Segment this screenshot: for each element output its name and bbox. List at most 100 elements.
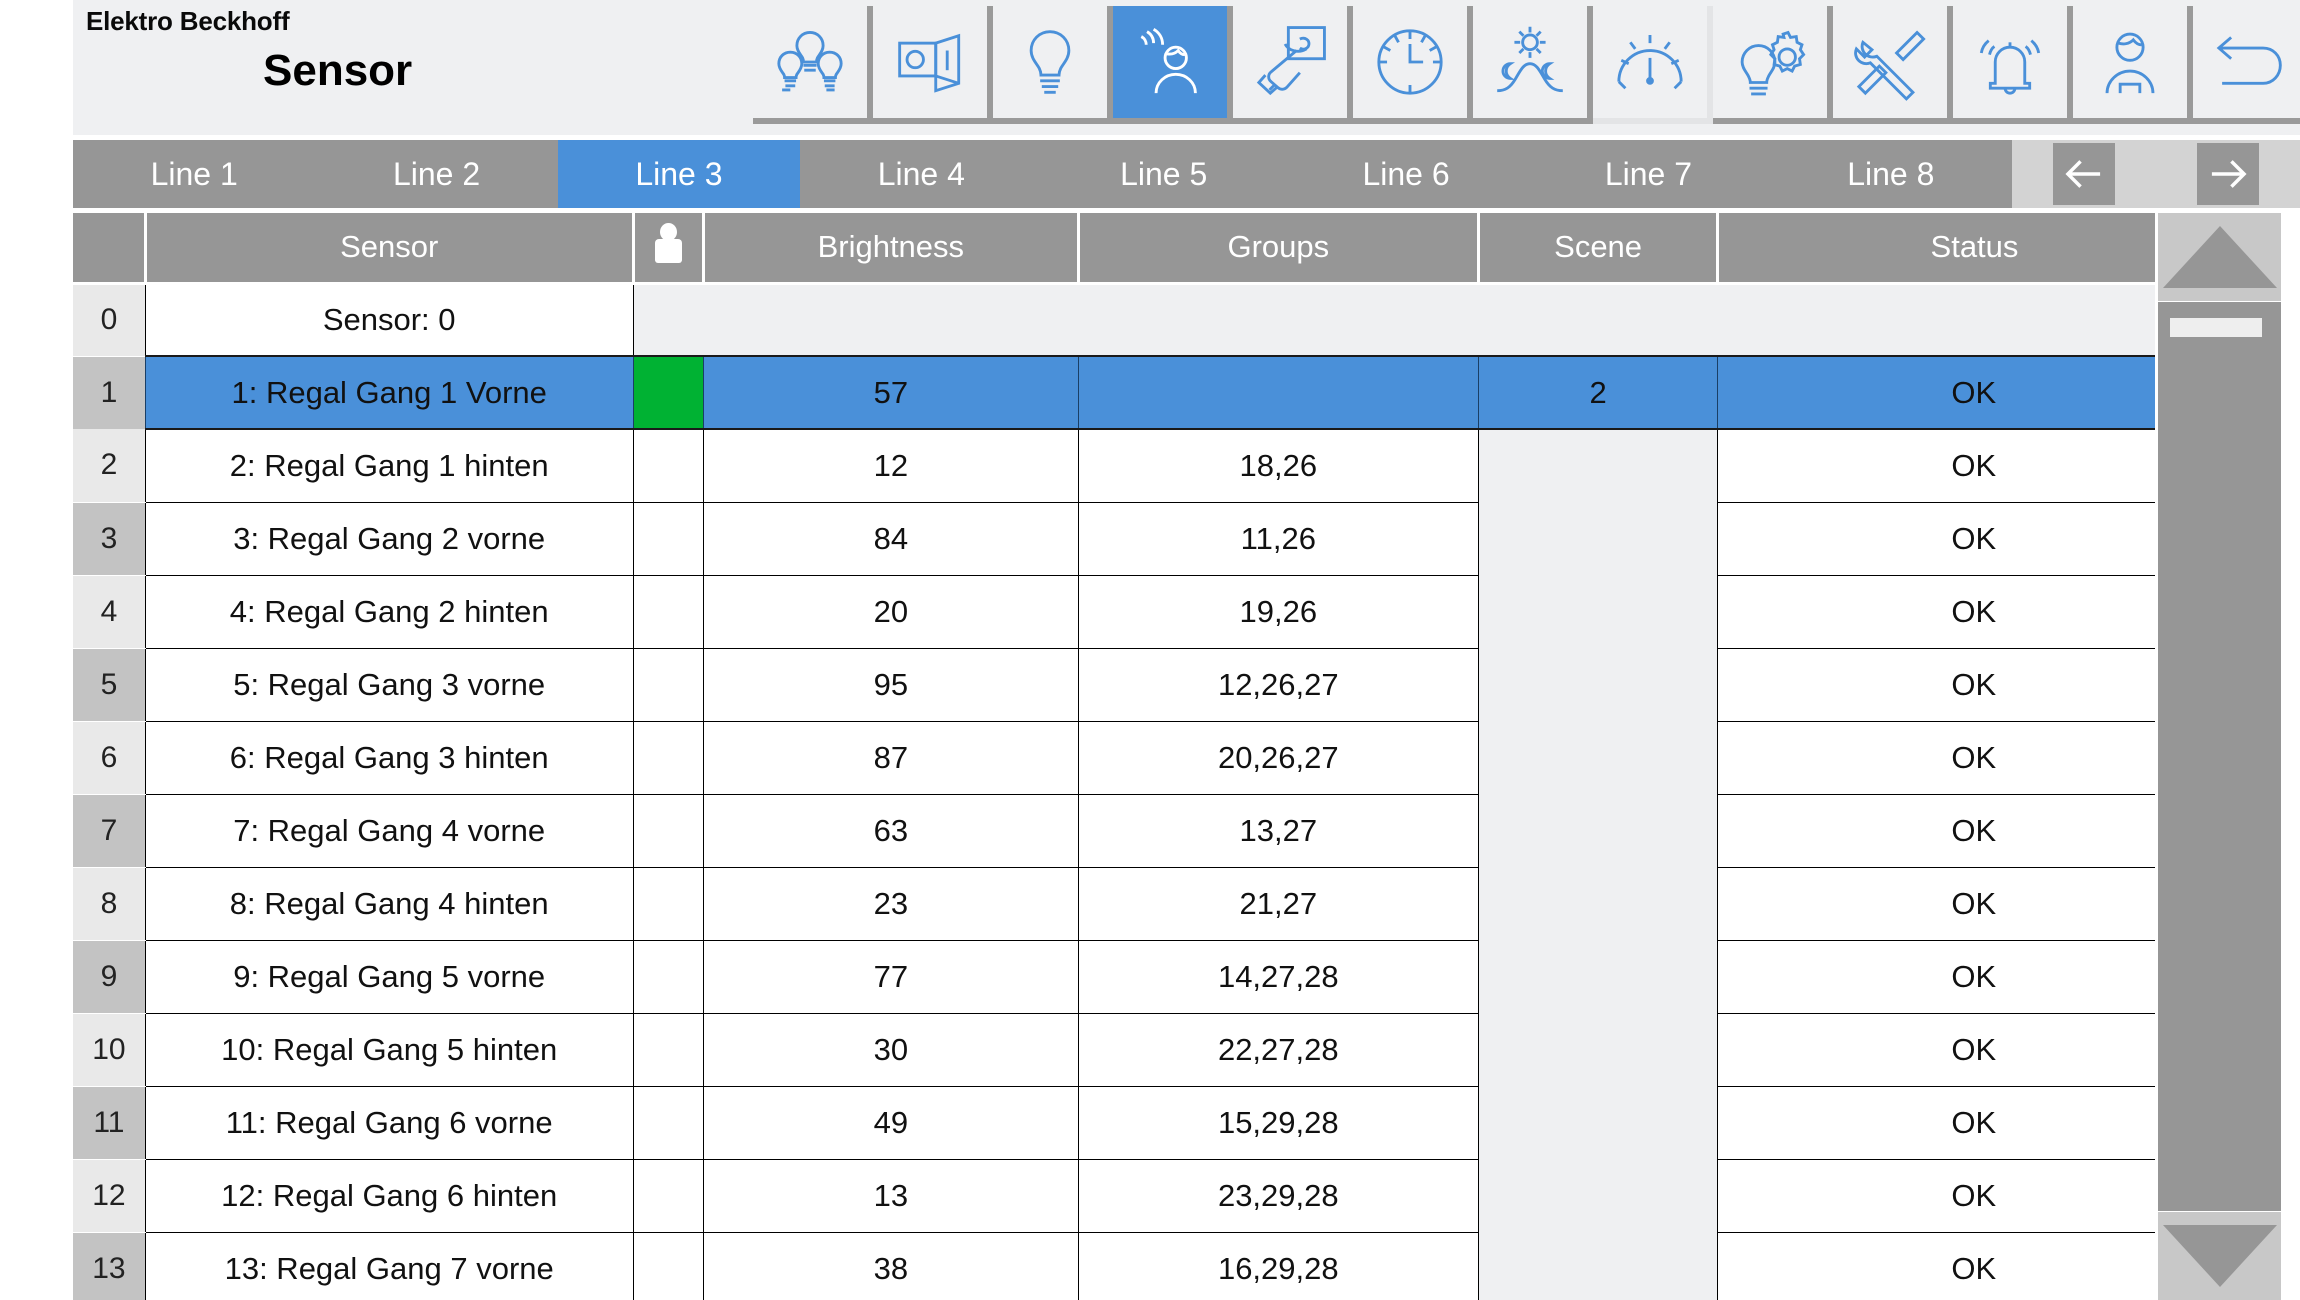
column-header-scene[interactable]: Scene <box>1478 213 1720 285</box>
cell-groups[interactable]: 13,27 <box>1077 793 1479 868</box>
scrollbar-track[interactable] <box>2158 302 2281 1211</box>
cell-groups[interactable]: 19,26 <box>1077 574 1479 649</box>
cell-sensor[interactable]: 6: Regal Gang 3 hinten <box>144 720 634 795</box>
table-row[interactable]: 8 8: Regal Gang 4 hinten 23 21,27 OK <box>73 866 2230 941</box>
cell-presence[interactable] <box>632 428 704 503</box>
cell-presence[interactable] <box>632 501 704 576</box>
toolbar-button-gauge[interactable] <box>1593 6 1713 124</box>
column-header-sensor[interactable]: Sensor <box>145 213 635 285</box>
table-row[interactable]: 4 4: Regal Gang 2 hinten 20 19,26 OK <box>73 574 2230 649</box>
toolbar-button-light-settings[interactable] <box>1713 6 1833 124</box>
toolbar-button-display-panel[interactable] <box>873 6 993 124</box>
scroll-up-button[interactable] <box>2158 213 2281 301</box>
table-row[interactable]: 9 9: Regal Gang 5 vorne 77 14,27,28 OK <box>73 939 2230 1014</box>
cell-sensor[interactable]: 10: Regal Gang 5 hinten <box>144 1012 634 1087</box>
toolbar-button-presence-sensor[interactable] <box>1113 6 1233 124</box>
cell-groups[interactable] <box>1077 355 1479 430</box>
toolbar-button-light[interactable] <box>993 6 1113 124</box>
tab-line-6[interactable]: Line 6 <box>1284 140 1528 208</box>
column-header-brightness[interactable]: Brightness <box>703 213 1080 285</box>
table-row[interactable]: 6 6: Regal Gang 3 hinten 87 20,26,27 OK <box>73 720 2230 795</box>
cell-presence[interactable] <box>632 355 704 430</box>
tab-line-3[interactable]: Line 3 <box>557 140 801 208</box>
cell-sensor[interactable]: 7: Regal Gang 4 vorne <box>144 793 634 868</box>
toolbar-button-hand-switch[interactable] <box>1233 6 1353 124</box>
cell-sensor[interactable]: 9: Regal Gang 5 vorne <box>144 939 634 1014</box>
cell-presence[interactable] <box>632 1231 704 1300</box>
cell-scene[interactable]: 2 <box>1477 355 1719 430</box>
cell-presence[interactable] <box>632 720 704 795</box>
cell-scene-empty-block[interactable] <box>1478 429 1718 1300</box>
tabs-prev-button[interactable] <box>2012 140 2156 208</box>
column-header-groups[interactable]: Groups <box>1078 213 1480 285</box>
table-row[interactable]: 2 2: Regal Gang 1 hinten 12 18,26 OK <box>73 428 2230 1300</box>
cell-brightness[interactable]: 63 <box>702 793 1079 868</box>
toolbar-button-tools[interactable] <box>1833 6 1953 124</box>
cell-presence[interactable] <box>632 1085 704 1160</box>
toolbar-button-lamp-group[interactable] <box>753 6 873 124</box>
cell-brightness[interactable]: 13 <box>702 1158 1079 1233</box>
table-row[interactable]: 11 11: Regal Gang 6 vorne 49 15,29,28 OK <box>73 1085 2230 1160</box>
tab-line-2[interactable]: Line 2 <box>315 140 558 208</box>
cell-groups[interactable]: 21,27 <box>1077 866 1479 941</box>
cell-brightness[interactable]: 84 <box>702 501 1079 576</box>
cell-groups[interactable]: 20,26,27 <box>1077 720 1479 795</box>
cell-presence[interactable] <box>632 866 704 941</box>
table-row[interactable]: 5 5: Regal Gang 3 vorne 95 12,26,27 OK <box>73 647 2230 722</box>
table-row[interactable]: 12 12: Regal Gang 6 hinten 13 23,29,28 O… <box>73 1158 2230 1233</box>
tab-line-1[interactable]: Line 1 <box>73 140 316 208</box>
table-row[interactable]: 10 10: Regal Gang 5 hinten 30 22,27,28 O… <box>73 1012 2230 1087</box>
cell-presence[interactable] <box>632 1012 704 1087</box>
column-header-presence[interactable] <box>633 213 705 285</box>
toolbar-button-clock[interactable] <box>1353 6 1473 124</box>
cell-groups[interactable]: 12,26,27 <box>1077 647 1479 722</box>
cell-brightness[interactable]: 20 <box>702 574 1079 649</box>
cell-groups[interactable]: 15,29,28 <box>1077 1085 1479 1160</box>
cell-sensor[interactable]: 13: Regal Gang 7 vorne <box>144 1231 634 1300</box>
tab-line-4[interactable]: Line 4 <box>800 140 1043 208</box>
cell-groups[interactable]: 23,29,28 <box>1077 1158 1479 1233</box>
cell-sensor[interactable]: 3: Regal Gang 2 vorne <box>144 501 634 576</box>
cell-brightness[interactable]: 30 <box>702 1012 1079 1087</box>
cell-groups[interactable]: 16,29,28 <box>1077 1231 1479 1300</box>
scrollbar-thumb[interactable] <box>2170 318 2262 337</box>
cell-groups[interactable]: 14,27,28 <box>1077 939 1479 1014</box>
tab-line-8[interactable]: Line 8 <box>1769 140 2012 208</box>
cell-groups[interactable]: 18,26 <box>1077 428 1479 503</box>
table-row[interactable]: 13 13: Regal Gang 7 vorne 38 16,29,28 OK <box>73 1231 2230 1300</box>
cell-brightness[interactable]: 38 <box>702 1231 1079 1300</box>
cell-brightness[interactable]: 95 <box>702 647 1079 722</box>
cell-brightness[interactable]: 77 <box>702 939 1079 1014</box>
tab-line-5[interactable]: Line 5 <box>1042 140 1285 208</box>
cell-brightness[interactable]: 57 <box>702 355 1079 430</box>
cell-presence[interactable] <box>632 793 704 868</box>
cell-presence[interactable] <box>632 647 704 722</box>
toolbar-button-alarms[interactable] <box>1953 6 2073 124</box>
tab-line-7[interactable]: Line 7 <box>1527 140 1770 208</box>
cell-sensor[interactable]: 4: Regal Gang 2 hinten <box>144 574 634 649</box>
table-row[interactable]: 3 3: Regal Gang 2 vorne 84 11,26 OK <box>73 501 2230 576</box>
table-row[interactable]: 0 Sensor: 0 <box>73 283 2230 357</box>
cell-sensor[interactable]: 5: Regal Gang 3 vorne <box>144 647 634 722</box>
cell-sensor[interactable]: 1: Regal Gang 1 Vorne <box>144 355 634 430</box>
vertical-scrollbar[interactable] <box>2155 213 2300 1300</box>
cell-brightness[interactable]: 23 <box>702 866 1079 941</box>
table-row[interactable]: 7 7: Regal Gang 4 vorne 63 13,27 OK <box>73 793 2230 868</box>
toolbar-button-user[interactable] <box>2073 6 2193 124</box>
toolbar-button-daylight-curve[interactable] <box>1473 6 1593 124</box>
toolbar-button-back[interactable] <box>2193 6 2300 124</box>
tabs-next-button[interactable] <box>2156 140 2300 208</box>
cell-groups[interactable]: 22,27,28 <box>1077 1012 1479 1087</box>
cell-sensor[interactable]: Sensor: 0 <box>144 283 634 357</box>
table-row[interactable]: 1 1: Regal Gang 1 Vorne 57 2 OK <box>73 355 2230 430</box>
cell-brightness[interactable]: 12 <box>702 428 1079 503</box>
cell-presence[interactable] <box>632 939 704 1014</box>
cell-sensor[interactable]: 11: Regal Gang 6 vorne <box>144 1085 634 1160</box>
column-header-status[interactable]: Status <box>1717 213 2230 285</box>
scroll-down-button[interactable] <box>2158 1212 2281 1300</box>
cell-sensor[interactable]: 8: Regal Gang 4 hinten <box>144 866 634 941</box>
cell-brightness[interactable]: 49 <box>702 1085 1079 1160</box>
cell-brightness[interactable]: 87 <box>702 720 1079 795</box>
cell-presence[interactable] <box>632 574 704 649</box>
cell-groups[interactable]: 11,26 <box>1077 501 1479 576</box>
